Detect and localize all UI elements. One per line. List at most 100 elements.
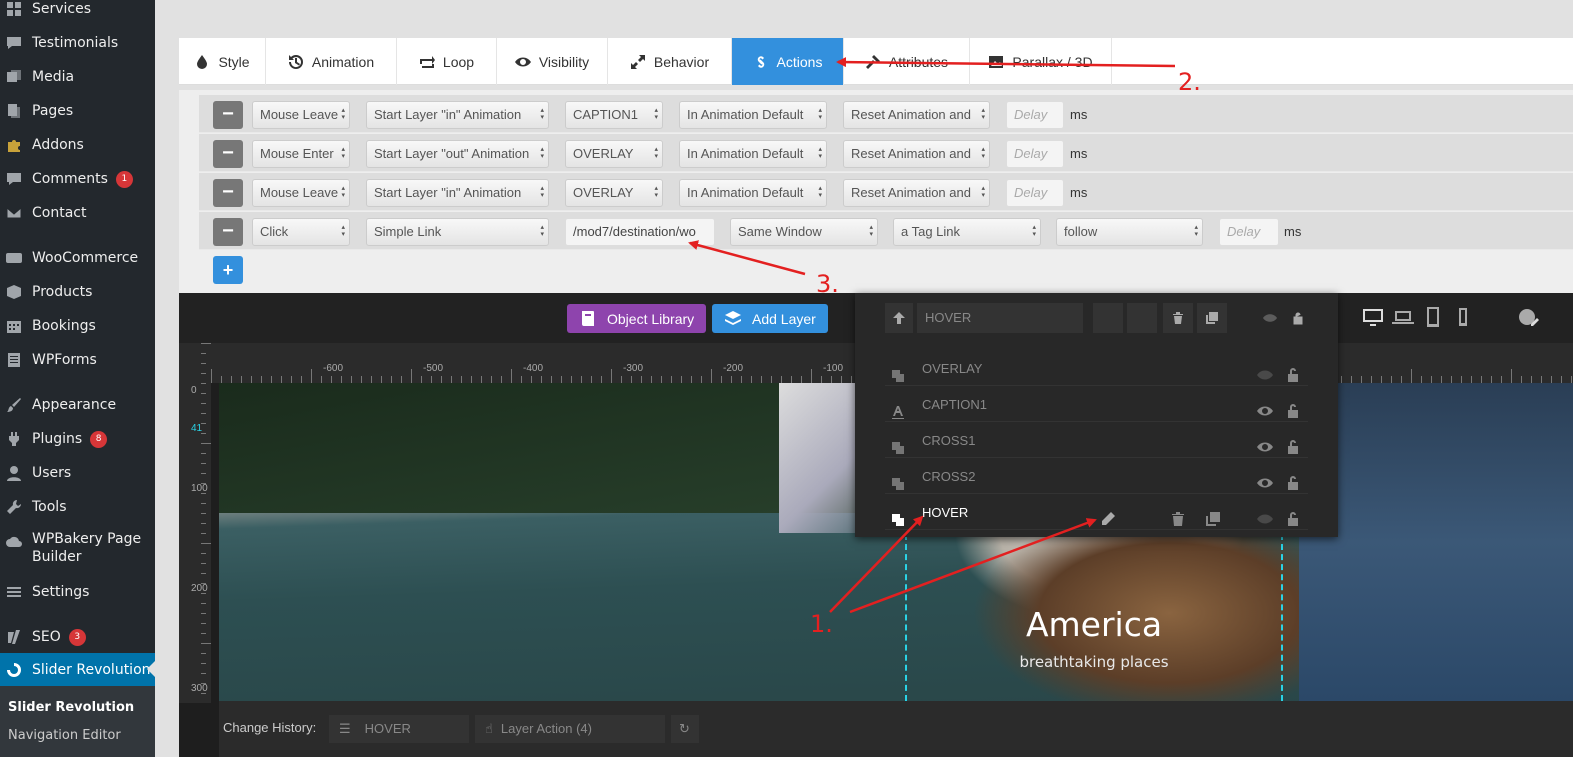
link-window-select[interactable]: Same Window — [730, 218, 878, 246]
sidebar-item-comments[interactable]: Comments 1 — [0, 168, 155, 190]
sidebar-item-contact[interactable]: Contact — [0, 202, 155, 224]
lock-icon[interactable] — [1285, 433, 1301, 454]
sidebar-item-appearance[interactable]: Appearance — [0, 394, 155, 416]
layer-row[interactable]: OVERLAY — [885, 351, 1308, 386]
tab-visibility[interactable]: Visibility — [497, 38, 608, 85]
remove-action-button[interactable]: − — [213, 179, 243, 207]
add-action-button[interactable]: + — [213, 256, 243, 284]
phone-icon[interactable] — [1452, 306, 1474, 328]
lock-icon[interactable] — [1285, 469, 1301, 490]
selected-layer-name[interactable]: HOVER — [917, 303, 1083, 333]
object-library-button[interactable]: Object Library — [567, 304, 707, 333]
arrow-up-icon[interactable] — [885, 303, 913, 333]
empty-tool-button[interactable] — [1127, 303, 1157, 333]
sidebar-item-addons[interactable]: Addons — [0, 134, 155, 156]
action-select[interactable]: Simple Link — [366, 218, 549, 246]
animation-select[interactable]: In Animation Default — [679, 101, 827, 129]
tab-loop[interactable]: Loop — [397, 38, 497, 85]
add-layer-button[interactable]: Add Layer — [712, 304, 828, 333]
sidebar-item-pages[interactable]: Pages — [0, 100, 155, 122]
sidebar-item-seo[interactable]: SEO 3 — [0, 626, 155, 648]
lock-icon[interactable] — [1285, 505, 1301, 526]
remove-action-button[interactable]: − — [213, 140, 243, 168]
delay-input[interactable]: Delay — [1006, 140, 1064, 168]
sidebar-item-wpforms[interactable]: WPForms — [0, 349, 155, 371]
eye-icon[interactable] — [1257, 433, 1273, 452]
event-select[interactable]: Click — [252, 218, 350, 246]
eye-off-icon[interactable] — [1257, 361, 1273, 380]
sidebar-item-slider-revolution[interactable]: Slider Revolution — [0, 653, 155, 686]
submenu-slider-revolution[interactable]: Slider Revolution — [8, 700, 134, 715]
tab-parallax-3d[interactable]: Parallax / 3D — [970, 38, 1112, 85]
lock-icon[interactable] — [1283, 303, 1313, 333]
duplicate-icon[interactable] — [1197, 303, 1227, 333]
tablet-icon[interactable] — [1422, 306, 1444, 328]
link-rel-select[interactable]: follow — [1056, 218, 1203, 246]
layer-row-selected[interactable]: HOVER — [885, 495, 1308, 530]
sidebar-item-services[interactable]: Services — [0, 0, 155, 18]
actions-panel: − Mouse Leave Start Layer "in" Animation… — [179, 90, 1573, 293]
link-url-input[interactable]: /mod7/destination/wo — [565, 218, 715, 246]
duplicate-icon[interactable] — [1205, 505, 1221, 526]
reset-select[interactable]: Reset Animation and — [843, 179, 990, 207]
event-select[interactable]: Mouse Enter — [252, 140, 350, 168]
history-action[interactable]: ☝ Layer Action (4) — [475, 715, 665, 743]
desktop-icon[interactable] — [1362, 306, 1384, 328]
sidebar-item-woocommerce[interactable]: WooCommerce — [0, 247, 155, 269]
eye-icon[interactable] — [1257, 469, 1273, 488]
tab-animation[interactable]: Animation — [266, 38, 397, 85]
eye-off-icon[interactable] — [1257, 505, 1273, 524]
tab-style[interactable]: Style — [179, 38, 266, 85]
action-select[interactable]: Start Layer "in" Animation — [366, 179, 549, 207]
caption-subtitle[interactable]: breathtaking places — [979, 653, 1209, 671]
trash-icon[interactable] — [1170, 505, 1186, 526]
sidebar-item-tools[interactable]: Tools — [0, 496, 155, 518]
reset-select[interactable]: Reset Animation and — [843, 101, 990, 129]
sidebar-item-media[interactable]: Media — [0, 66, 155, 88]
animation-select[interactable]: In Animation Default — [679, 140, 827, 168]
sidebar-item-testimonials[interactable]: Testimonials — [0, 32, 155, 54]
eye-off-icon[interactable] — [1255, 303, 1285, 333]
history-layer[interactable]: ☰ HOVER — [329, 715, 469, 743]
lock-icon[interactable] — [1285, 361, 1301, 382]
lock-icon[interactable] — [1285, 397, 1301, 418]
trash-icon[interactable] — [1163, 303, 1193, 333]
pencil-icon[interactable] — [1100, 505, 1116, 525]
target-select[interactable]: CAPTION1 — [565, 101, 663, 129]
caption-title[interactable]: America — [979, 605, 1209, 644]
layer-row[interactable]: CROSS1 — [885, 423, 1308, 458]
sidebar-item-products[interactable]: Products — [0, 281, 155, 303]
submenu-navigation-editor[interactable]: Navigation Editor — [8, 728, 121, 743]
ruler-label: 200 — [191, 583, 208, 594]
delay-input[interactable]: Delay — [1006, 179, 1064, 207]
tab-attributes[interactable]: Attributes — [844, 38, 970, 85]
delay-input[interactable]: Delay — [1219, 218, 1279, 246]
sidebar-item-users[interactable]: Users — [0, 462, 155, 484]
sidebar-item-wpbakery[interactable]: WPBakery Page Builder — [0, 530, 155, 568]
action-select[interactable]: Start Layer "in" Animation — [366, 101, 549, 129]
delay-input[interactable]: Delay — [1006, 101, 1064, 129]
reset-select[interactable]: Reset Animation and — [843, 140, 990, 168]
remove-action-button[interactable]: − — [213, 218, 243, 246]
eye-icon[interactable] — [1257, 397, 1273, 416]
event-select[interactable]: Mouse Leave — [252, 101, 350, 129]
sidebar-item-bookings[interactable]: Bookings — [0, 315, 155, 337]
remove-action-button[interactable]: − — [213, 101, 243, 129]
laptop-icon[interactable] — [1392, 306, 1414, 328]
sidebar-item-settings[interactable]: Settings — [0, 581, 155, 603]
link-type-select[interactable]: a Tag Link — [893, 218, 1041, 246]
globe-edit-icon[interactable] — [1517, 306, 1539, 328]
layer-row[interactable]: CAPTION1 — [885, 387, 1308, 422]
tab-behavior[interactable]: Behavior — [608, 38, 732, 85]
action-select[interactable]: Start Layer "out" Animation — [366, 140, 549, 168]
layer-row[interactable]: CROSS2 — [885, 459, 1308, 494]
tab-actions[interactable]: Actions — [732, 38, 844, 85]
animation-select[interactable]: In Animation Default — [679, 179, 827, 207]
empty-tool-button[interactable] — [1093, 303, 1123, 333]
target-select[interactable]: OVERLAY — [565, 140, 663, 168]
event-select[interactable]: Mouse Leave — [252, 179, 350, 207]
sidebar-label-line2: Builder — [32, 549, 82, 565]
target-select[interactable]: OVERLAY — [565, 179, 663, 207]
undo-icon[interactable]: ↻ — [671, 715, 699, 743]
sidebar-item-plugins[interactable]: Plugins 8 — [0, 428, 155, 450]
